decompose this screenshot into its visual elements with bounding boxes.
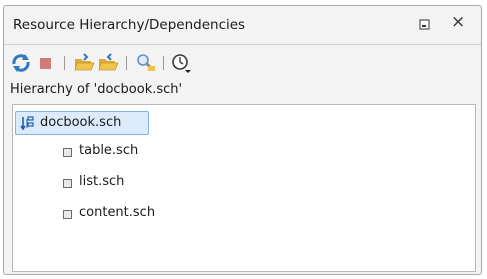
file-node-icon (63, 148, 72, 157)
toolbar-separator (126, 56, 127, 70)
minimize-icon[interactable] (418, 17, 432, 31)
panel-titlebar: Resource Hierarchy/Dependencies × (4, 6, 481, 45)
tree-root-label: docbook.sch (40, 115, 122, 130)
tree-child-label: content.sch (79, 205, 156, 220)
stop-icon[interactable] (35, 52, 57, 74)
open-folder-alt-icon[interactable] (97, 52, 119, 74)
hierarchy-label: Hierarchy of 'docbook.sch' (10, 82, 183, 97)
resource-hierarchy-panel: Resource Hierarchy/Dependencies × Hierar… (3, 5, 482, 275)
hierarchy-sort-icon (20, 115, 36, 131)
search-references-icon[interactable] (135, 52, 157, 74)
open-folder-icon[interactable] (73, 52, 95, 74)
file-node-icon (63, 210, 72, 219)
history-dropdown-icon[interactable] (170, 52, 192, 74)
tree-root-item[interactable]: docbook.sch (15, 111, 149, 135)
file-node-icon (63, 179, 72, 188)
toolbar (4, 50, 481, 78)
hierarchy-tree[interactable]: docbook.sch table.sch list.sch content.s… (12, 104, 476, 272)
toolbar-separator (163, 56, 164, 70)
tree-child-label: table.sch (79, 143, 139, 158)
toolbar-separator (64, 56, 65, 70)
refresh-icon[interactable] (10, 52, 32, 74)
tree-child-label: list.sch (79, 174, 125, 189)
close-icon[interactable]: × (451, 14, 465, 31)
panel-title: Resource Hierarchy/Dependencies (13, 17, 246, 33)
